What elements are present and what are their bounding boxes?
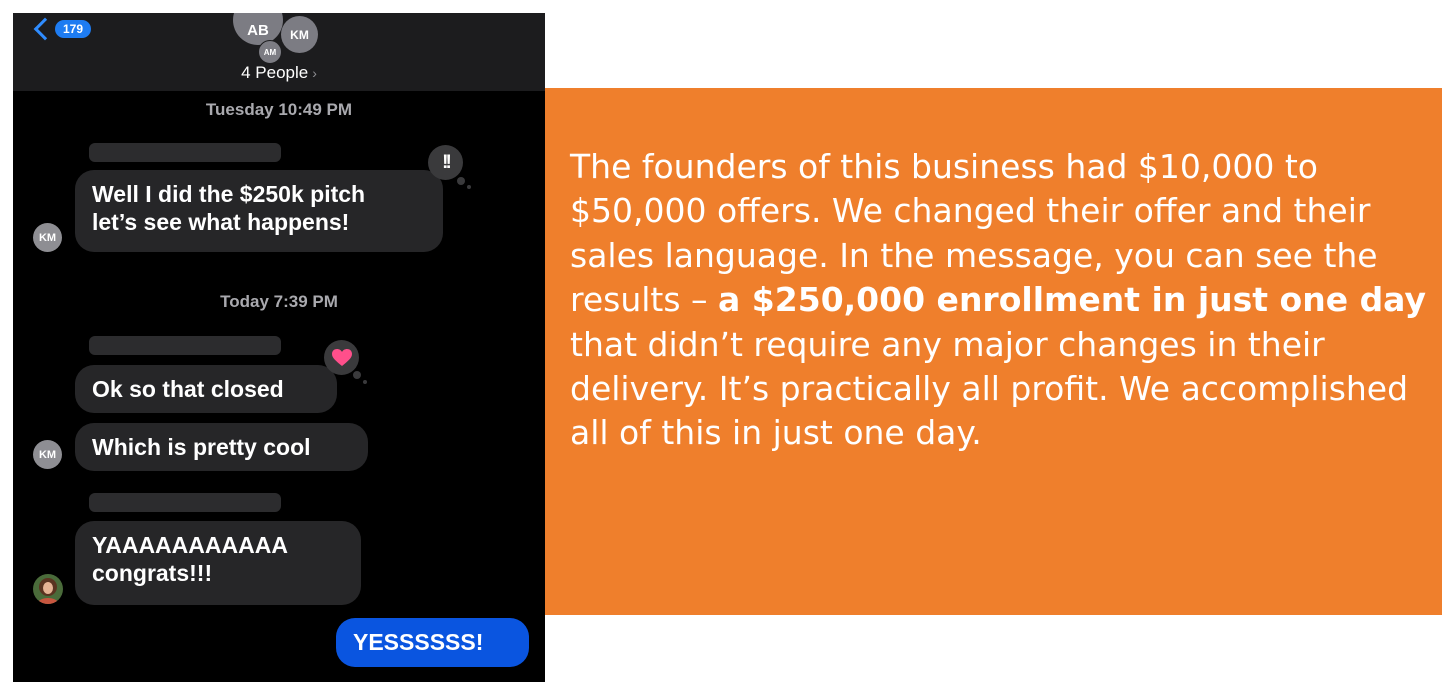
tapback-heart[interactable] (324, 340, 359, 375)
message-line: congrats!!! (92, 560, 213, 586)
group-avatar-km: KM (281, 16, 318, 53)
message-line: let’s see what happens! (92, 209, 350, 235)
tapback-tail (353, 371, 361, 379)
back-button[interactable]: 179 (31, 16, 92, 42)
unread-count-badge: 179 (55, 20, 92, 38)
tapback-tail (363, 380, 367, 384)
message-bubble-cool[interactable]: Which is pretty cool (75, 423, 368, 471)
avatar-photo (33, 574, 63, 604)
tapback-exclamation[interactable]: !! (428, 145, 463, 180)
tapback-tail (467, 185, 471, 189)
redacted-sender-name (89, 336, 281, 355)
message-line: Well I did the $250k pitch (92, 181, 366, 207)
exclamation-icon: !! (442, 151, 452, 173)
message-line: Ok so that closed (92, 376, 284, 402)
avatar-km: KM (33, 223, 62, 252)
profile-photo-image (33, 574, 63, 604)
conversation-header: 179 AB KM AM 4 People › (13, 13, 545, 91)
message-line: Which is pretty cool (92, 434, 311, 460)
messages-screenshot: 179 AB KM AM 4 People › Tuesday 10:49 PM … (13, 13, 545, 682)
message-line: YAAAAAAAAAAA (92, 532, 288, 558)
message-bubble-sent-yes[interactable]: YESSSSSS! (336, 618, 529, 667)
redacted-sender-name (89, 493, 281, 512)
heart-icon (331, 348, 352, 366)
message-bubble-closed[interactable]: Ok so that closed (75, 365, 337, 413)
message-bubble-congrats[interactable]: YAAAAAAAAAAA congrats!!! (75, 521, 361, 605)
group-avatar-am: AM (258, 40, 282, 64)
redacted-sender-name (89, 143, 281, 162)
message-line: YESSSSSS! (353, 629, 484, 655)
callout-text-highlight: a $250,000 enrollment in just one day (718, 280, 1426, 320)
callout-text-outro: that didn’t require any major changes in… (570, 324, 1409, 453)
avatar-km: KM (33, 440, 62, 469)
callout-paragraph: The founders of this business had $10,00… (570, 145, 1430, 456)
people-count-label: 4 People (241, 63, 309, 82)
timestamp-tuesday: Tuesday 10:49 PM (205, 100, 353, 119)
group-avatar-ab: AB (233, 13, 283, 45)
orange-callout-box: The founders of this business had $10,00… (545, 88, 1442, 615)
message-bubble-pitch[interactable]: Well I did the $250k pitch let’s see wha… (75, 170, 443, 252)
tapback-tail (457, 177, 465, 185)
timestamp-today: Today 7:39 PM (220, 292, 338, 311)
chevron-left-icon (33, 17, 57, 41)
chevron-right-icon: › (312, 65, 317, 81)
group-details-link[interactable]: 4 People › (13, 63, 545, 83)
